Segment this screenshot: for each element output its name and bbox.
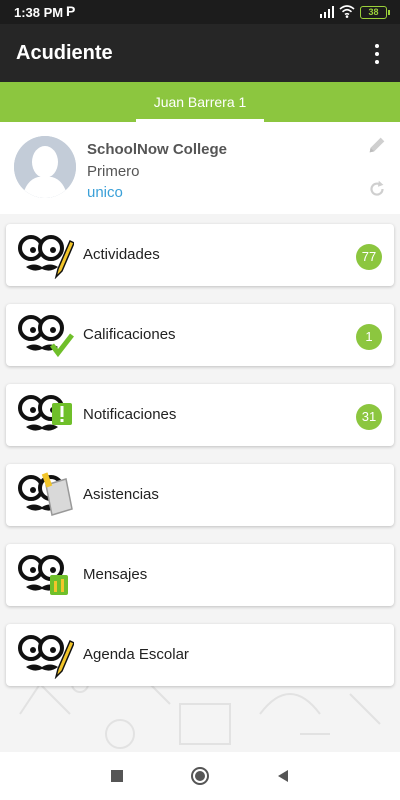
home-icon[interactable] — [189, 765, 211, 787]
count-badge: 77 — [356, 244, 382, 270]
recent-apps-icon[interactable] — [106, 765, 128, 787]
menu-item-label: Calificaciones — [83, 326, 176, 343]
mascot-pencil-icon — [18, 235, 74, 279]
count-badge: 31 — [356, 404, 382, 430]
status-bar: 1:38 PM P 38 — [0, 0, 400, 24]
mascot-check-icon — [18, 315, 74, 358]
more-vert-icon[interactable] — [368, 42, 386, 66]
mascot-message-icon — [18, 555, 68, 595]
pencil-icon[interactable] — [366, 134, 388, 156]
menu-item-agenda-escolar[interactable]: Agenda Escolar — [6, 624, 394, 686]
mascot-alert-icon — [18, 395, 72, 431]
signal-icon — [320, 6, 334, 18]
wifi-icon — [339, 5, 355, 18]
menu-item-notificaciones[interactable]: Notificaciones 31 — [6, 384, 394, 446]
menu-item-asistencias[interactable]: Asistencias — [6, 464, 394, 526]
system-nav-bar — [0, 752, 400, 800]
battery-icon: 38 — [360, 6, 390, 19]
tab-student-label: Juan Barrera 1 — [153, 94, 247, 110]
menu-item-label: Agenda Escolar — [83, 646, 189, 663]
back-icon[interactable] — [272, 765, 294, 787]
tab-bar: Juan Barrera 1 — [0, 82, 400, 122]
status-time: 1:38 PM — [14, 5, 64, 20]
refresh-icon[interactable] — [366, 178, 388, 200]
tab-student[interactable]: Juan Barrera 1 — [136, 82, 264, 122]
mascot-clipboard-icon — [18, 472, 73, 516]
mascot-pencil-icon — [18, 635, 74, 679]
menu-item-mensajes[interactable]: Mensajes — [6, 544, 394, 606]
menu-item-label: Notificaciones — [83, 406, 177, 423]
app-bar: Acudiente — [0, 24, 400, 82]
main-content: Actividades 77 Calificaciones 1 Notifica… — [0, 214, 400, 752]
student-section: unico — [87, 184, 123, 201]
menu-item-label: Asistencias — [83, 486, 159, 503]
menu-item-calificaciones[interactable]: Calificaciones 1 — [6, 304, 394, 366]
menu-item-actividades[interactable]: Actividades 77 — [6, 224, 394, 286]
school-name: SchoolNow College — [87, 141, 228, 158]
app-title: Acudiente — [16, 42, 113, 64]
person-silhouette-icon — [14, 136, 76, 198]
menu-item-label: Actividades — [83, 246, 160, 263]
menu-item-label: Mensajes — [83, 566, 148, 583]
profile-card: SchoolNow College Primero unico — [0, 122, 400, 214]
avatar — [14, 136, 76, 198]
app-notification-icon: P — [66, 3, 76, 19]
student-grade: Primero — [87, 163, 140, 180]
count-badge: 1 — [356, 324, 382, 350]
